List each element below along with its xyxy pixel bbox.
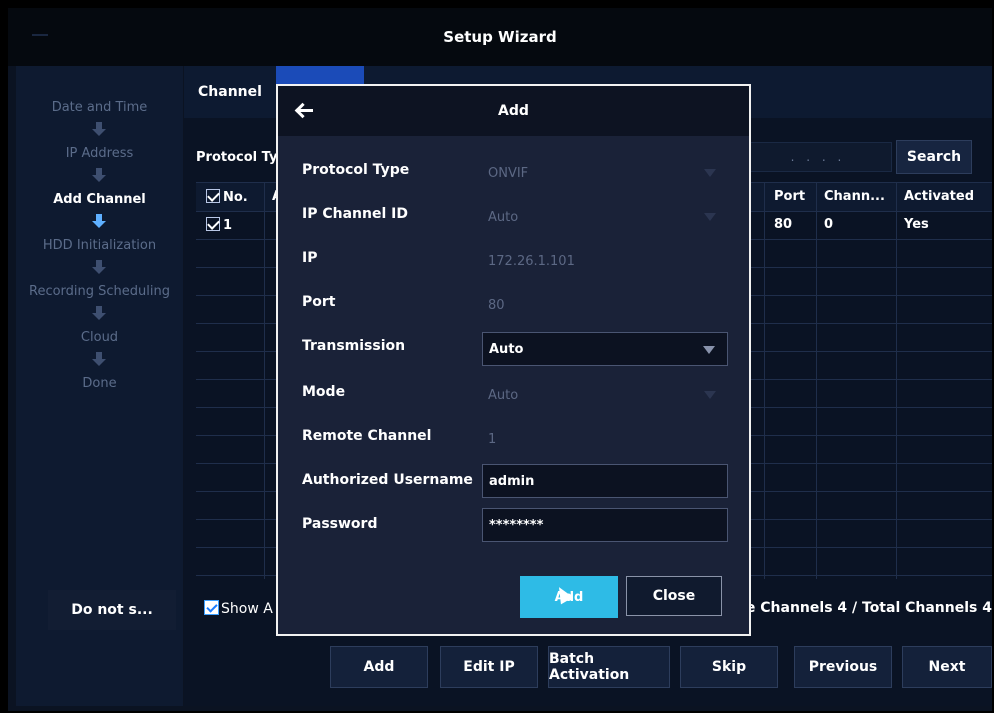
- select-all-checkbox[interactable]: [206, 189, 220, 203]
- dialog-header: Add: [278, 86, 749, 136]
- step-arrow-icon: [92, 306, 106, 320]
- remote-channel-label: Remote Channel: [302, 428, 432, 444]
- header-port: Port: [774, 189, 806, 204]
- edit-ip-button[interactable]: Edit IP: [440, 646, 538, 688]
- next-button[interactable]: Next: [902, 646, 992, 688]
- previous-button[interactable]: Previous: [794, 646, 892, 688]
- row-port: 80: [774, 217, 793, 232]
- skip-button[interactable]: Skip: [680, 646, 778, 688]
- step-arrow-active-icon: [92, 214, 106, 228]
- username-label: Authorized Username: [302, 472, 473, 488]
- ip-channel-id-select: Auto: [482, 200, 728, 234]
- back-arrow-icon[interactable]: [294, 102, 314, 120]
- table-row[interactable]: 1: [206, 217, 232, 233]
- window-title: Setup Wizard: [443, 28, 557, 46]
- show-all-checkbox[interactable]: Show A: [204, 600, 273, 617]
- remote-channel-field: 1: [488, 431, 497, 447]
- header-activated: Activated: [904, 189, 975, 204]
- dialog-add-button[interactable]: Add: [520, 576, 618, 618]
- mode-select: Auto: [482, 378, 728, 412]
- do-not-show-button[interactable]: Do not s...: [48, 590, 176, 630]
- password-input[interactable]: ********: [482, 508, 728, 542]
- step-cloud: Cloud: [80, 330, 119, 345]
- mode-label: Mode: [302, 384, 346, 400]
- ip-field: 172.26.1.101: [488, 253, 575, 269]
- step-done: Done: [82, 376, 117, 391]
- title-bar: Setup Wizard: [8, 8, 992, 66]
- step-hdd-initialization: HDD Initialization: [42, 238, 157, 253]
- username-input[interactable]: admin: [482, 464, 728, 498]
- dialog-title: Add: [498, 103, 529, 119]
- header-channel: Chann...: [824, 189, 885, 204]
- step-arrow-icon: [92, 260, 106, 274]
- row-activated: Yes: [904, 217, 929, 232]
- protocol-type-label: Protocol Type: [302, 162, 410, 178]
- step-recording-scheduling: Recording Scheduling: [29, 284, 170, 299]
- channels-status: e Channels 4 / Total Channels 4: [745, 600, 992, 616]
- ip-label: IP: [302, 250, 318, 266]
- protocol-type-label: Protocol Ty: [196, 150, 278, 165]
- step-ip-address: IP Address: [65, 146, 134, 161]
- tab-channel[interactable]: Channel: [198, 66, 288, 118]
- step-arrow-icon: [92, 168, 106, 182]
- step-date-and-time: Date and Time: [51, 100, 148, 115]
- row-channel: 0: [824, 217, 834, 232]
- search-button[interactable]: Search: [896, 140, 972, 174]
- ip-range-input[interactable]: . . . .: [744, 142, 892, 172]
- check-icon[interactable]: [204, 600, 219, 615]
- menu-icon[interactable]: [32, 34, 48, 40]
- add-dialog: Add Protocol Type ONVIF IP Channel ID Au…: [276, 84, 751, 636]
- step-arrow-icon: [92, 122, 106, 136]
- batch-activation-button[interactable]: Batch Activation: [548, 646, 670, 688]
- dialog-close-button[interactable]: Close: [626, 576, 722, 616]
- row-checkbox[interactable]: [206, 217, 220, 231]
- transmission-label: Transmission: [302, 338, 406, 354]
- step-add-channel: Add Channel: [53, 192, 146, 207]
- ip-channel-id-label: IP Channel ID: [302, 206, 408, 222]
- password-label: Password: [302, 516, 378, 532]
- port-label: Port: [302, 294, 336, 310]
- add-button[interactable]: Add: [330, 646, 428, 688]
- step-arrow-icon: [92, 352, 106, 366]
- transmission-select[interactable]: Auto: [482, 332, 728, 366]
- protocol-type-select: ONVIF: [482, 156, 728, 190]
- header-no[interactable]: No.: [206, 189, 248, 205]
- port-field: 80: [488, 297, 505, 313]
